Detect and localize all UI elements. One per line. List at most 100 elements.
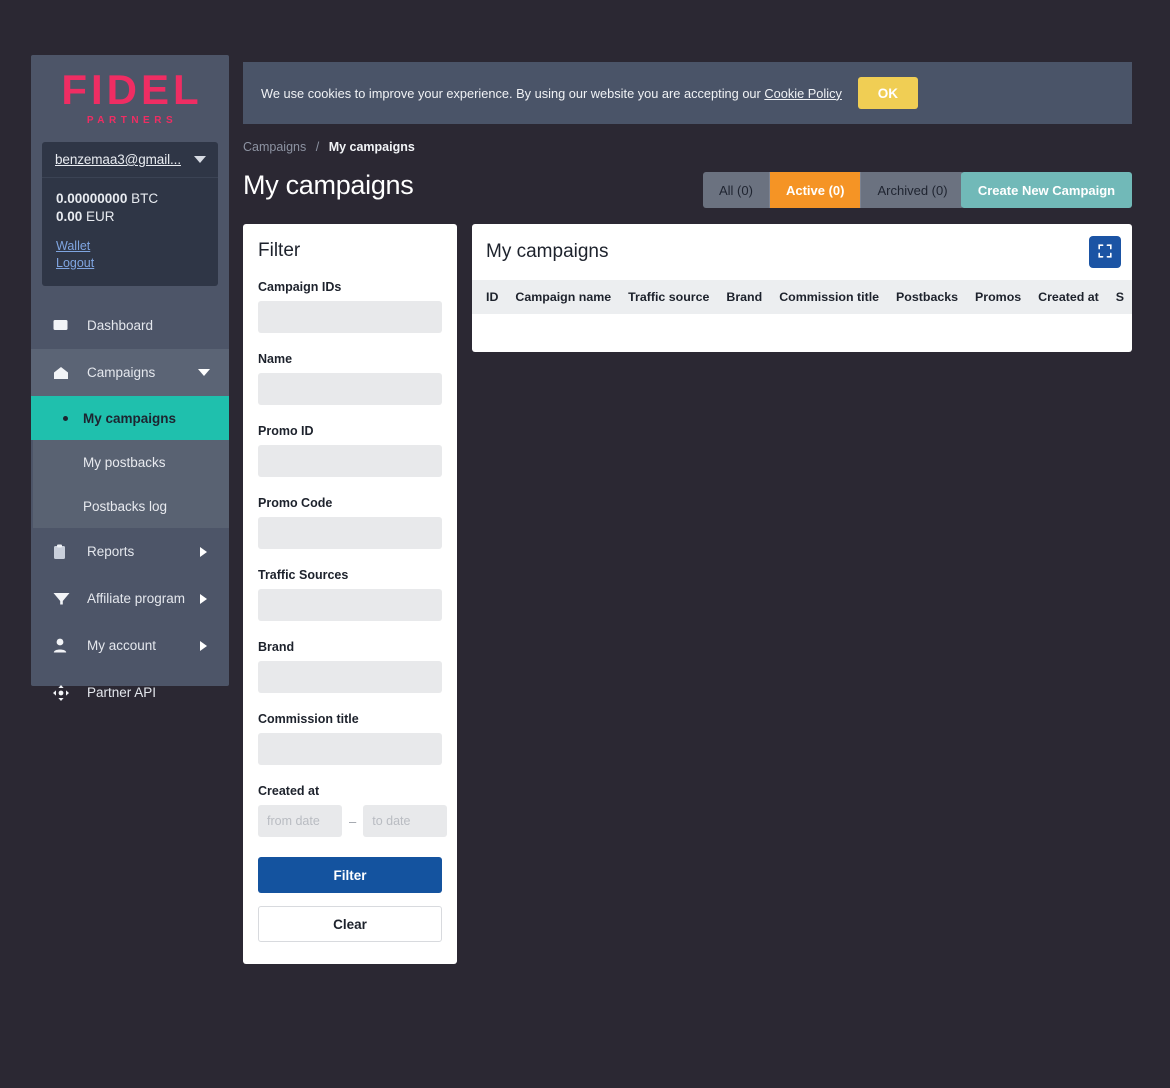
promo-id-input[interactable] [258,445,442,477]
field-label-promo-id: Promo ID [258,424,314,438]
balance-amount: 0.00000000 [56,191,128,206]
cookie-text-body: We use cookies to improve your experienc… [261,85,765,101]
commission-title-input[interactable] [258,733,442,765]
cookie-accept-button[interactable]: OK [857,77,918,109]
logout-link[interactable]: Logout [56,256,204,270]
traffic-sources-input[interactable] [258,589,442,621]
field-label-name: Name [258,352,293,366]
sidebar-item-label: Partner API [87,685,157,700]
sidebar-item-reports[interactable]: Reports [31,528,229,575]
date-range-separator: – [349,813,357,829]
brand-tagline: PARTNERS [86,115,178,126]
page-title: My campaigns [243,170,414,200]
campaigns-table-panel: My campaigns ID Campaign name Traffic so… [472,224,1132,352]
breadcrumb-parent[interactable]: Campaigns [243,140,306,154]
field-label-created-at: Created at [258,784,320,798]
column-header-id[interactable]: ID [486,290,498,304]
sidebar-item-partner-api[interactable]: Partner API [31,669,229,716]
column-header-status[interactable]: S [1116,290,1124,304]
chevron-right-icon [200,546,207,557]
user-panel: benzemaa3@gmail... 0.00000000 BTC 0.00 E… [42,142,218,286]
sidebar-item-my-postbacks[interactable]: My postbacks [31,440,229,484]
created-at-from-input[interactable] [258,805,342,837]
balance-currency: BTC [131,191,159,206]
clipboard-icon [53,544,75,560]
created-at-range: – [258,805,448,837]
home-icon [53,366,75,380]
sidebar-item-postbacks-log[interactable]: Postbacks log [31,484,229,528]
sidebar-item-label: Postbacks log [83,498,168,514]
sidebar-item-my-account[interactable]: My account [31,622,229,669]
column-header-commission-title[interactable]: Commission title [779,290,879,304]
balance-currency: EUR [86,209,115,224]
chevron-down-icon [198,369,210,376]
brand-logo: FIDEL PARTNERS [31,55,229,134]
sidebar-item-campaigns[interactable]: Campaigns [31,349,229,396]
expand-fullscreen-button[interactable] [1089,236,1121,268]
cookie-policy-link[interactable]: Cookie Policy [764,86,842,101]
wallet-link[interactable]: Wallet [56,239,204,253]
cookie-banner-text: We use cookies to improve your experienc… [261,86,842,101]
page-root: FIDEL PARTNERS benzemaa3@gmail... 0.0000… [0,0,1170,1088]
breadcrumb: Campaigns / My campaigns [243,140,415,154]
tab-active[interactable]: Active (0) [769,172,862,208]
dashboard-icon [53,319,75,332]
created-at-to-input[interactable] [363,805,448,837]
campaigns-subnav: My campaigns My postbacks Postbacks log [31,396,229,528]
balance-row: 0.00 EUR [56,209,204,224]
field-label-traffic-sources: Traffic Sources [258,568,349,582]
name-input[interactable] [258,373,442,405]
sidebar: FIDEL PARTNERS benzemaa3@gmail... 0.0000… [31,55,229,701]
column-header-postbacks[interactable]: Postbacks [896,290,958,304]
campaign-ids-input[interactable] [258,301,442,333]
expand-fullscreen-icon [1098,243,1112,261]
sidebar-nav: Dashboard Campaigns My campaigns My post… [31,302,229,716]
create-new-campaign-button[interactable]: Create New Campaign [961,172,1132,208]
campaign-status-tabs: All (0) Active (0) Archived (0) [703,172,964,208]
sidebar-item-dashboard[interactable]: Dashboard [31,302,229,349]
field-label-brand: Brand [258,640,295,654]
user-dropdown[interactable]: benzemaa3@gmail... [42,142,218,178]
column-header-campaign-name[interactable]: Campaign name [515,290,611,304]
table-column-headers: ID Campaign name Traffic source Brand Co… [472,280,1132,314]
user-links: Wallet Logout [42,231,218,286]
filter-panel: Filter Campaign IDs Name Promo ID Promo … [243,224,457,964]
balance-list: 0.00000000 BTC 0.00 EUR [42,178,218,231]
field-label-promo-code: Promo Code [258,496,333,510]
sidebar-item-label: Campaigns [87,365,156,380]
chevron-right-icon [200,593,207,604]
balance-amount: 0.00 [56,209,83,224]
column-header-brand[interactable]: Brand [726,290,762,304]
promo-code-input[interactable] [258,517,442,549]
filter-submit-button[interactable]: Filter [258,857,442,893]
field-label-commission-title: Commission title [258,712,359,726]
user-icon [53,638,75,653]
column-header-promos[interactable]: Promos [975,290,1021,304]
sidebar-item-affiliate-program[interactable]: Affiliate program [31,575,229,622]
sidebar-item-label: Reports [87,544,135,559]
cookie-banner: We use cookies to improve your experienc… [243,62,1132,124]
sidebar-item-label: My campaigns [83,410,177,426]
tab-all[interactable]: All (0) [703,172,770,208]
breadcrumb-current: My campaigns [328,140,415,154]
sidebar-item-label: My postbacks [83,454,166,470]
user-email: benzemaa3@gmail... [55,152,181,167]
tab-archived[interactable]: Archived (0) [861,172,963,208]
filter-panel-title: Filter [258,240,301,261]
table-title: My campaigns [486,241,609,262]
move-arrows-icon [53,684,75,701]
table-header-bar: My campaigns [472,224,1132,280]
column-header-traffic-source[interactable]: Traffic source [628,290,709,304]
field-label-campaign-ids: Campaign IDs [258,280,342,294]
filter-clear-button[interactable]: Clear [258,906,442,942]
sidebar-item-label: My account [87,638,157,653]
sidebar-item-label: Dashboard [87,318,154,333]
brand-input[interactable] [258,661,442,693]
sidebar-item-my-campaigns[interactable]: My campaigns [31,396,229,440]
brand-name: FIDEL [61,66,203,113]
funnel-icon [53,592,75,605]
sidebar-item-label: Affiliate program [87,591,186,606]
column-header-created-at[interactable]: Created at [1038,290,1099,304]
chevron-right-icon [200,640,207,651]
chevron-down-icon [194,156,206,163]
